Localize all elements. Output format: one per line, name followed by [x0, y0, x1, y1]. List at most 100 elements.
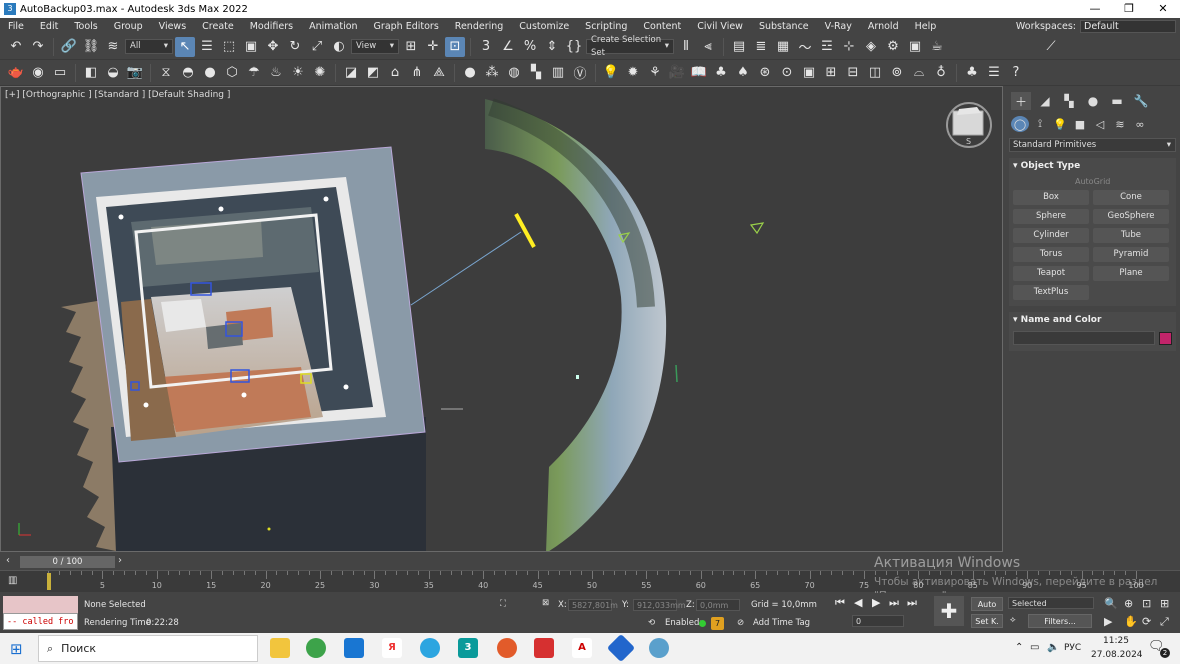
language-indicator[interactable]: РУС [1064, 643, 1081, 653]
vray-ies-icon[interactable]: ◒ [103, 63, 123, 83]
camera-icon[interactable]: 🎥 [667, 63, 687, 83]
enabled-indicator[interactable] [699, 620, 706, 627]
object-color-swatch[interactable] [1159, 331, 1172, 345]
clock-date[interactable]: 27.08.2024 [1091, 650, 1143, 660]
lights-icon[interactable]: 💡 [1051, 116, 1069, 132]
book-icon[interactable]: 📖 [689, 63, 709, 83]
set-key-button[interactable]: Set K. [971, 614, 1003, 628]
window-crossing-icon[interactable]: ▣ [241, 37, 261, 57]
fur-icon[interactable]: ⋔ [407, 63, 427, 83]
light-bulb-icon[interactable]: 💡 [601, 63, 621, 83]
pivot-center-icon[interactable]: ⊞ [401, 37, 421, 57]
link-icon[interactable]: 🔗 [59, 37, 79, 57]
light-gizmo-icon[interactable]: ✹ [623, 63, 643, 83]
name-color-header[interactable]: ▾ Name and Color [1009, 312, 1176, 328]
windows-start-icon[interactable]: ⊞ [10, 640, 23, 658]
arnold-geo-icon[interactable]: ⬡ [222, 63, 242, 83]
motion-tab-icon[interactable]: ● [1083, 92, 1103, 110]
play-icon[interactable]: ▶ [872, 596, 880, 609]
object-type-header[interactable]: ▾ Object Type [1009, 158, 1176, 174]
time-slider-thumb[interactable]: 0 / 100 [20, 556, 115, 568]
schematic-view-icon[interactable]: ⊹ [839, 37, 859, 57]
zoom-all-icon[interactable]: ⊕ [1124, 597, 1133, 610]
goto-end-icon[interactable]: ⏭ [907, 596, 917, 610]
telegram-icon[interactable] [420, 638, 440, 658]
tube-button[interactable]: Tube [1093, 228, 1169, 243]
percent-snap-icon[interactable]: % [520, 37, 540, 57]
create-tab-icon[interactable]: ＋ [1011, 92, 1031, 110]
clock-time[interactable]: 11:25 [1103, 636, 1129, 646]
volume-icon[interactable]: ⟁ [429, 63, 449, 83]
taskbar-search[interactable]: ⌕ Поиск [38, 635, 258, 662]
3dsmax-taskbar-icon[interactable]: 3 [458, 638, 478, 658]
anydesk-icon[interactable] [534, 638, 554, 658]
sun-icon[interactable]: ☀ [288, 63, 308, 83]
spinner-snap-icon[interactable]: ⇕ [542, 37, 562, 57]
systems-icon[interactable]: ∞ [1131, 116, 1149, 132]
modify-tab-icon[interactable]: ◢ [1035, 92, 1055, 110]
time-tag-icon[interactable]: 7 [711, 617, 724, 630]
teapot-button[interactable]: Teapot [1013, 266, 1089, 281]
spacewarps-icon[interactable]: ≋ [1111, 116, 1129, 132]
arnold-sun-icon[interactable]: ● [200, 63, 220, 83]
place-icon[interactable]: ◐ [329, 37, 349, 57]
prev-frame-icon[interactable]: ◀ [854, 596, 862, 609]
field-of-view-icon[interactable]: ▶ [1104, 615, 1112, 628]
zoom-extents-icon[interactable]: ⊡ [1142, 597, 1151, 610]
arnold-dome-icon[interactable]: ◓ [178, 63, 198, 83]
unlink-icon[interactable]: ⛓ [81, 37, 101, 57]
maximize-viewport-icon[interactable]: ⤢ [1160, 615, 1169, 629]
adaptive-degradation-icon[interactable]: ⟲ [648, 618, 655, 628]
menu-create[interactable]: Create [194, 21, 242, 32]
menu-views[interactable]: Views [151, 21, 195, 32]
autocad-icon[interactable]: A [572, 638, 592, 658]
absolute-mode-icon[interactable]: ⊠ [542, 598, 549, 608]
vray-render-icon[interactable]: ◉ [28, 63, 48, 83]
network-icon[interactable]: ▭ [1030, 642, 1039, 653]
menu-edit[interactable]: Edit [32, 21, 66, 32]
menu-file[interactable]: File [0, 21, 32, 32]
isolate-icon[interactable]: ⛶ [500, 599, 506, 609]
toggle-ribbon-icon[interactable]: ▦ [773, 37, 793, 57]
add-time-tag[interactable]: Add Time Tag [753, 618, 810, 628]
sphere-icon[interactable]: ● [460, 63, 480, 83]
sphere-button[interactable]: Sphere [1013, 209, 1089, 224]
selection-filter-select[interactable]: All ▾ [125, 39, 173, 54]
select-by-name-icon[interactable]: ☰ [197, 37, 217, 57]
scale-icon[interactable]: ⤢ [307, 37, 327, 57]
yandex-icon[interactable]: Я [382, 638, 402, 658]
texture-icon[interactable]: ◍ [504, 63, 524, 83]
tree-alt-icon[interactable]: ♠ [733, 63, 753, 83]
time-next-icon[interactable]: › [118, 555, 122, 566]
menu-group[interactable]: Group [106, 21, 151, 32]
cylinder-button[interactable]: Cylinder [1013, 228, 1089, 243]
textplus-button[interactable]: TextPlus [1013, 285, 1089, 300]
file-explorer-icon[interactable] [270, 638, 290, 658]
z-coord-input[interactable]: 0,0mm [696, 599, 740, 611]
key-filter-select[interactable]: Selected [1008, 597, 1094, 609]
orbit-icon[interactable]: ⟳ [1142, 615, 1151, 628]
menu-customize[interactable]: Customize [511, 21, 577, 32]
bind-spacewarp-icon[interactable]: ≋ [103, 37, 123, 57]
chrome-icon[interactable] [306, 638, 326, 658]
hdri-icon[interactable]: ⊛ [755, 63, 775, 83]
torus-button[interactable]: Torus [1013, 247, 1089, 262]
render-setup-icon[interactable]: ⚙ [883, 37, 903, 57]
menu-rendering[interactable]: Rendering [447, 21, 512, 32]
auto-key-button[interactable]: Auto [971, 597, 1003, 611]
vray-teapot-icon[interactable]: 🫖 [6, 63, 26, 83]
forest-icon[interactable]: ♣ [962, 63, 982, 83]
menu-modifiers[interactable]: Modifiers [242, 21, 301, 32]
volume-icon[interactable]: 🔈 [1047, 642, 1059, 653]
panorama-cylinder[interactable] [485, 99, 667, 552]
y-coord-input[interactable]: 912,033mm [633, 599, 686, 611]
spot-light-icon[interactable]: ⚘ [645, 63, 665, 83]
pyramid-button[interactable]: Pyramid [1093, 247, 1169, 262]
menu-civil-view[interactable]: Civil View [689, 21, 751, 32]
tree-icon[interactable]: ♣ [711, 63, 731, 83]
angle-snap-icon[interactable]: ∠ [498, 37, 518, 57]
menu-substance[interactable]: Substance [751, 21, 817, 32]
keyboard-shortcut-icon[interactable]: ⊡ [445, 36, 465, 57]
material-editor-icon[interactable]: ◈ [861, 37, 881, 57]
menu-scripting[interactable]: Scripting [577, 21, 635, 32]
